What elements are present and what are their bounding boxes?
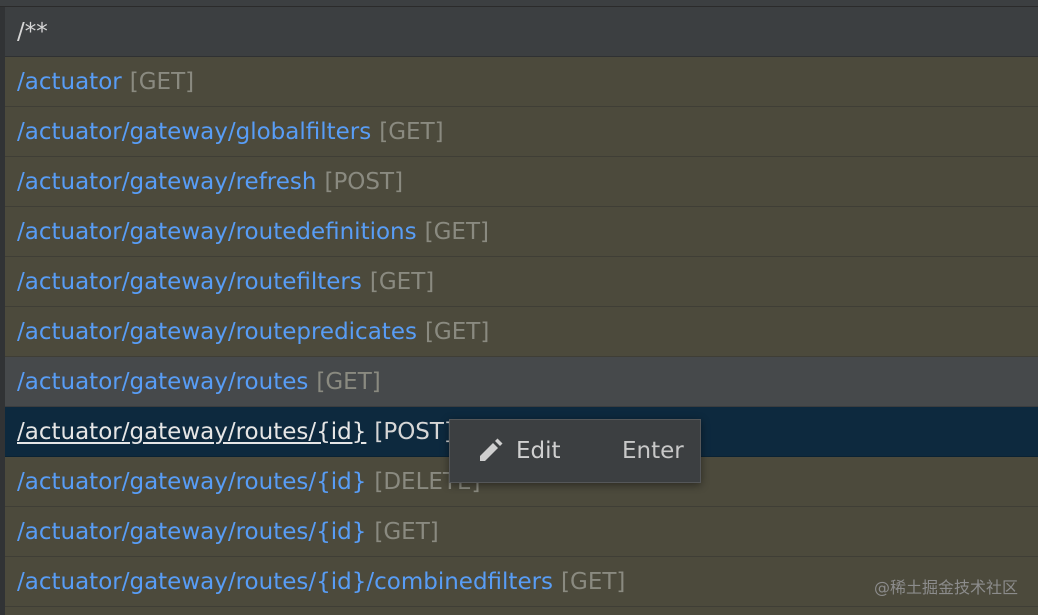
endpoint-path: /actuator/gateway/routefilters bbox=[17, 268, 362, 295]
endpoint-method: [GET] bbox=[369, 268, 435, 295]
endpoint-row[interactable]: /actuator/gateway/refresh [POST] bbox=[5, 157, 1038, 207]
endpoint-path: /actuator/gateway/globalfilters bbox=[17, 118, 372, 145]
endpoint-row[interactable]: /actuator/gateway/routes/{id} [GET] bbox=[5, 507, 1038, 557]
edit-action-popup[interactable]: Edit Enter bbox=[449, 419, 701, 483]
endpoint-row-wildcard[interactable]: /** bbox=[5, 7, 1038, 57]
endpoint-path: /actuator/gateway/refresh bbox=[17, 168, 317, 195]
endpoint-panel: /** /actuator [GET] /actuator/gateway/gl… bbox=[0, 0, 1038, 615]
endpoint-path: /actuator/gateway/routes bbox=[17, 368, 309, 395]
endpoint-row[interactable]: /actuator/gateway/globalfilters [GET] bbox=[5, 107, 1038, 157]
endpoint-row-hovered[interactable]: /actuator/gateway/routes [GET] bbox=[5, 357, 1038, 407]
endpoint-path: /actuator/gateway/routes/{id}/combinedfi… bbox=[17, 568, 554, 595]
edit-action-label[interactable]: Edit bbox=[516, 438, 622, 464]
endpoint-list: /** /actuator [GET] /actuator/gateway/gl… bbox=[5, 7, 1038, 607]
edit-action-shortcut: Enter bbox=[622, 438, 684, 464]
endpoint-path: /actuator/gateway/routes/{id} bbox=[17, 468, 367, 495]
endpoint-method: [POST] bbox=[324, 168, 404, 195]
endpoint-method: [GET] bbox=[379, 118, 444, 145]
endpoint-method: [GET] bbox=[374, 518, 439, 545]
endpoint-method: [GET] bbox=[424, 218, 489, 245]
panel-top-border bbox=[0, 0, 1038, 7]
endpoint-path: /actuator/gateway/routedefinitions bbox=[17, 218, 417, 245]
endpoint-method: [GET] bbox=[561, 568, 626, 595]
endpoint-method: [GET] bbox=[316, 368, 381, 395]
watermark: @稀土掘金技术社区 bbox=[873, 578, 1018, 597]
pencil-icon bbox=[476, 437, 504, 465]
endpoint-row[interactable]: /actuator/gateway/routefilters [GET] bbox=[5, 257, 1038, 307]
endpoint-method: [GET] bbox=[129, 68, 195, 95]
endpoint-path-link[interactable]: /actuator/gateway/routes/{id} bbox=[17, 419, 366, 445]
endpoint-path: /actuator/gateway/routepredicates bbox=[17, 318, 417, 345]
endpoint-method: [GET] bbox=[424, 318, 490, 345]
endpoint-path: /** bbox=[17, 18, 48, 45]
panel-bottom-strip bbox=[5, 607, 1038, 615]
endpoint-row[interactable]: /actuator [GET] bbox=[5, 57, 1038, 107]
endpoint-path: /actuator bbox=[17, 68, 122, 95]
endpoint-path: /actuator/gateway/routes/{id} bbox=[17, 518, 367, 545]
endpoint-row[interactable]: /actuator/gateway/routedefinitions [GET] bbox=[5, 207, 1038, 257]
endpoint-method: [POST] bbox=[374, 418, 453, 445]
endpoint-row[interactable]: /actuator/gateway/routepredicates [GET] bbox=[5, 307, 1038, 357]
